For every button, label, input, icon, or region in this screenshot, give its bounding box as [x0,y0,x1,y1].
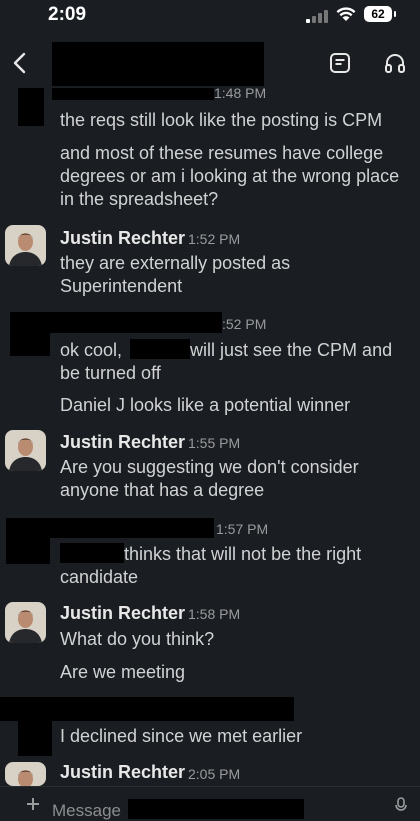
avatar [5,602,46,643]
message-time: 1:58 PM [188,606,241,622]
message-text: What do you think? [60,629,215,649]
message-text: Are we meeting [60,662,186,682]
message-text: I declined since we met earlier [60,726,303,746]
message-text: they are externally posted as Superinten… [60,253,291,296]
message-time: 1:57 PM [216,521,269,537]
message-time: 2:05 PM [188,766,241,782]
message-time: 1:48 PM [214,85,267,101]
avatar [5,762,46,786]
headphones-icon[interactable] [384,52,406,74]
message-text: the reqs still look like the posting is … [60,110,383,130]
avatar [5,225,46,266]
chevron-left-icon[interactable] [10,52,30,74]
status-bar: 2:09 62 [0,0,420,30]
redacted-sender-name [38,312,222,333]
sender-name[interactable]: Justin Rechter [60,432,185,453]
signal-icon [306,10,328,23]
avatar [5,430,46,471]
message-text: will just see the CPM and [190,340,393,360]
battery-indicator: 62 [364,6,396,22]
microphone-icon[interactable] [394,797,408,813]
redacted-channel-title [52,42,264,86]
message-text: be turned off [60,363,161,383]
message-input-placeholder[interactable]: Message [52,801,121,821]
message-text: Are you suggesting we don't consider any… [60,457,359,500]
redacted-sender-name [40,518,214,538]
channel-header [0,36,420,92]
message-composer[interactable]: Message [0,786,420,821]
message-text: ok cool, [60,340,123,360]
wifi-icon [336,7,356,21]
redacted-sender-name [52,88,214,100]
plus-icon[interactable] [26,797,40,811]
redacted-channel-name [128,799,304,819]
message-time: :52 PM [222,316,267,332]
redacted-name [60,543,124,563]
redacted-avatar [18,88,44,126]
message-time: 1:55 PM [188,435,241,451]
sender-name[interactable]: Justin Rechter [60,762,185,783]
sender-name[interactable]: Justin Rechter [60,228,185,249]
message-text: Daniel J looks like a potential winner [60,395,351,415]
status-time: 2:09 [48,4,87,25]
redacted-avatar [18,716,52,756]
message-text: and most of these resumes have college d… [60,143,400,209]
redacted-name [130,339,190,359]
message-text: thinks that will not be the right [124,544,362,564]
canvas-icon[interactable] [329,52,351,74]
message-time: 1:52 PM [188,231,241,247]
message-text: candidate [60,567,139,587]
sender-name[interactable]: Justin Rechter [60,603,185,624]
